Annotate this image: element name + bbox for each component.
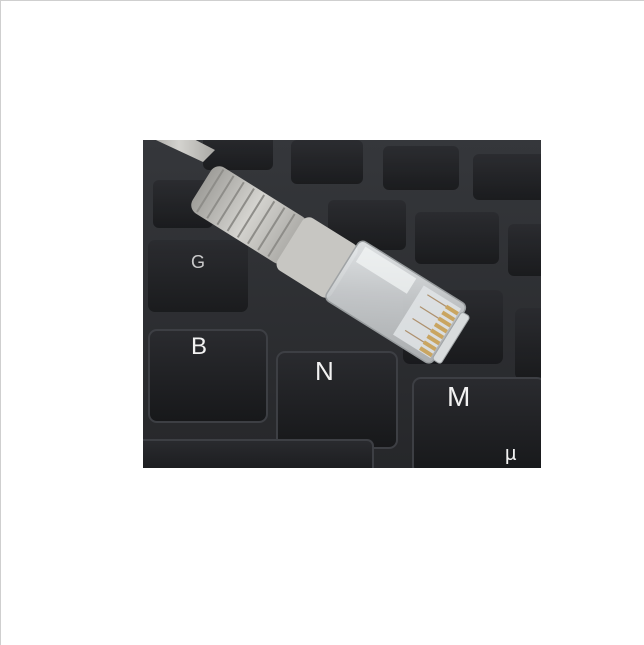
page: B N M µ G bbox=[0, 0, 644, 645]
key-space bbox=[143, 439, 374, 468]
key-n bbox=[276, 351, 398, 449]
key-m bbox=[412, 377, 541, 468]
photo-canvas: B N M µ G bbox=[143, 140, 541, 468]
key-label-mu: µ bbox=[505, 443, 517, 465]
key-label-b: B bbox=[191, 333, 207, 360]
key-b bbox=[148, 329, 268, 423]
keyboard-cable-photo: B N M µ G bbox=[143, 140, 541, 468]
key-label-g: G bbox=[191, 252, 205, 272]
key-label-n: N bbox=[315, 356, 334, 386]
key-label-m: M bbox=[447, 381, 470, 412]
